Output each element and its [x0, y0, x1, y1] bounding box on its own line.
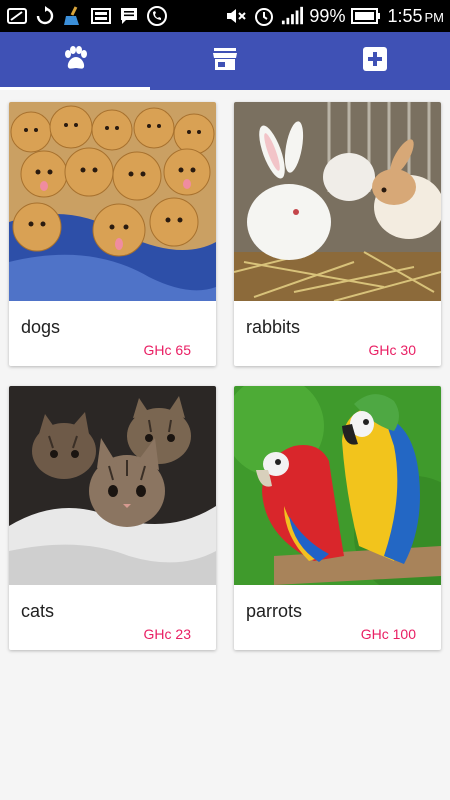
signal-icon: [281, 5, 304, 27]
clock-ampm: PM: [424, 9, 445, 25]
chrome-icon: [6, 5, 28, 27]
clock-time: 1:55: [387, 5, 423, 26]
tab-store[interactable]: [150, 32, 300, 90]
whatsapp-icon: [146, 5, 168, 27]
pet-card-rabbits[interactable]: rabbits GHc 30: [234, 102, 441, 366]
clock: 1:55 PM: [387, 6, 444, 27]
add-box-icon: [363, 46, 387, 76]
tab-add[interactable]: [300, 32, 450, 90]
kittens-photo: [9, 386, 216, 585]
pet-card-parrots[interactable]: parrots GHc 100: [234, 386, 441, 650]
paw-icon: [61, 45, 89, 77]
rabbits-photo: [234, 102, 441, 301]
status-bar: 99% 1:55 PM: [0, 0, 450, 32]
pet-price: GHc 65: [143, 342, 191, 358]
pet-price: GHc 100: [360, 626, 416, 642]
screen-icon: [90, 5, 112, 27]
store-icon: [212, 47, 238, 76]
pet-name: parrots: [246, 601, 303, 621]
tab-bar: [0, 32, 450, 90]
pet-name: rabbits: [246, 317, 301, 337]
sync-icon: [34, 5, 56, 27]
pet-price: GHc 23: [143, 626, 191, 642]
parrots-photo: [234, 386, 441, 585]
broom-icon: [62, 5, 84, 27]
pet-card-dogs[interactable]: dogs GHc 65: [9, 102, 216, 366]
system-icons: 99% 1:55 PM: [225, 5, 444, 27]
pet-price: GHc 30: [368, 342, 416, 358]
alarm-icon: [253, 5, 275, 27]
message-icon: [118, 5, 140, 27]
pet-card-cats[interactable]: cats GHc 23: [9, 386, 216, 650]
puppies-photo: [9, 102, 216, 301]
notification-icons: [6, 5, 168, 27]
battery-icon: [351, 5, 381, 27]
pet-name: dogs: [21, 317, 61, 337]
tab-pets[interactable]: [0, 32, 150, 90]
battery-percent: 99%: [309, 5, 346, 26]
pet-name: cats: [21, 601, 55, 621]
mute-icon: [225, 5, 247, 27]
